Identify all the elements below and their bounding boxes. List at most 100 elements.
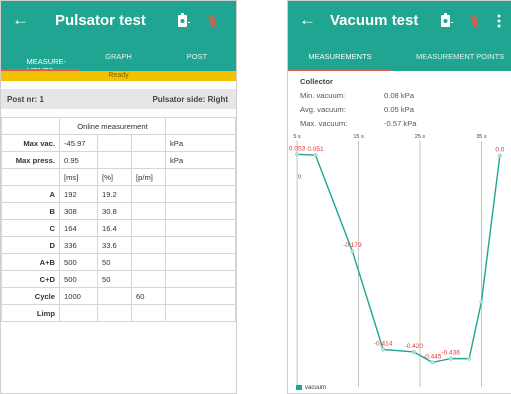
table-cell <box>165 117 236 135</box>
data-label: 0.0 <box>495 147 504 154</box>
more-vert-icon[interactable] <box>496 14 502 28</box>
tab-bar: MEASURE- MENTS GRAPH POST <box>1 43 236 75</box>
row-label: C+D <box>1 270 60 288</box>
max-vacuum-value: -0.57 kPa <box>384 119 417 128</box>
table-cell <box>131 134 166 152</box>
row-pct: 19.2 <box>97 185 132 203</box>
unit-percent: [%] <box>97 168 132 186</box>
table-row: Cycle 1000 60 <box>1 287 236 305</box>
row-ppm <box>131 219 166 237</box>
row-label: C <box>1 219 60 237</box>
page-title: Pulsator test <box>55 12 146 29</box>
data-point <box>497 153 502 158</box>
app-bar: ← Vacuum test <box>288 1 511 43</box>
table-cell <box>165 253 236 271</box>
arrow-back-icon[interactable]: ← <box>299 10 316 30</box>
row-pct: 33.6 <box>97 236 132 254</box>
active-tab-indicator <box>288 69 392 71</box>
data-point <box>411 349 416 354</box>
vacuum-chart: 5 s 15 s 25 s 35 s 0 0.053 0.051 -0.179 -0.414 -0… <box>288 129 511 393</box>
row-pct: 16.4 <box>97 219 132 237</box>
tab-measurements-label: MEASUREMENTS <box>308 52 372 61</box>
data-point <box>295 152 300 157</box>
table-cell <box>131 151 166 169</box>
min-vacuum-row: Min. vacuum: 0.08 kPa <box>300 91 414 100</box>
tab-measurement-points[interactable]: MEASUREMENT POINTS <box>392 43 511 71</box>
data-label: 0.053 <box>289 145 306 152</box>
max-vacuum-label: Max. vacuum: <box>300 119 348 128</box>
avg-vacuum-label: Avg. vacuum: <box>300 105 346 114</box>
collector-title: Collector <box>300 77 333 86</box>
max-vac-label: Max vac. <box>1 134 60 152</box>
chart-legend: vacuum <box>296 385 326 391</box>
row-ms: 1000 <box>59 287 98 305</box>
row-ppm <box>131 253 166 271</box>
tab-measurements[interactable]: MEASURE- MENTS <box>1 43 79 75</box>
x-tick-label: 5 s <box>293 134 301 140</box>
row-pct: 30.8 <box>97 202 132 220</box>
row-ppm <box>131 185 166 203</box>
avg-vacuum-value: 0.05 kPa <box>384 105 414 114</box>
tab-post[interactable]: POST <box>158 43 236 71</box>
row-label: Limp <box>1 304 60 322</box>
row-ms <box>59 304 98 322</box>
post-info-bar: Post nr: 1 Pulsator side: Right <box>1 89 236 109</box>
table-cell <box>1 168 60 186</box>
table-row: A 192 19.2 <box>1 185 236 203</box>
row-ms: 192 <box>59 185 98 203</box>
x-tick-label: 35 s <box>476 134 487 140</box>
x-tick-label: 25 s <box>415 134 426 140</box>
row-ppm <box>131 236 166 254</box>
table-row: Limp <box>1 304 236 322</box>
data-label: -0.436 <box>441 350 460 357</box>
max-vacuum-row: Max. vacuum: -0.57 kPa <box>300 119 417 128</box>
bluetooth-off-icon[interactable] <box>468 13 480 29</box>
max-vac-value: -45.97 <box>59 134 98 152</box>
data-label: 0.051 <box>307 146 324 153</box>
table-cell <box>97 134 132 152</box>
row-ms: 336 <box>59 236 98 254</box>
tab-graph[interactable]: GRAPH <box>79 43 158 71</box>
row-label: Cycle <box>1 287 60 305</box>
table-cell <box>165 168 236 186</box>
tab-measurements[interactable]: MEASUREMENTS <box>288 43 392 71</box>
arrow-back-icon[interactable]: ← <box>12 10 29 30</box>
data-point <box>479 299 484 304</box>
min-vacuum-label: Min. vacuum: <box>300 91 346 100</box>
series-line <box>297 153 501 364</box>
device-battery-icon[interactable] <box>440 13 454 29</box>
row-label: D <box>1 236 60 254</box>
row-ms: 164 <box>59 219 98 237</box>
data-label: -0.420 <box>405 343 424 350</box>
pulsator-side: Pulsator side: Right <box>152 95 228 104</box>
row-pct: 50 <box>97 253 132 271</box>
data-point <box>448 356 453 361</box>
status-bar: Ready <box>1 71 236 81</box>
avg-vacuum-row: Avg. vacuum: 0.05 kPa <box>300 105 414 114</box>
vacuum-test-screen: ← Vacuum test MEASUREMENTS MEASUREMENT P… <box>287 0 511 394</box>
device-battery-icon[interactable] <box>177 13 191 29</box>
table-row: C 164 16.4 <box>1 219 236 237</box>
post-number: Post nr: 1 <box>7 95 44 104</box>
table-row: B 308 30.8 <box>1 202 236 220</box>
data-point <box>381 347 386 352</box>
tab-bar: MEASUREMENTS MEASUREMENT POINTS <box>288 43 511 71</box>
max-vac-unit: kPa <box>165 134 236 152</box>
row-ms: 500 <box>59 253 98 271</box>
table-row: Max press. 0.95 kPa <box>1 151 236 169</box>
row-pct <box>97 304 132 322</box>
measurement-table: Online measurement Max vac. -45.97 kPa M… <box>1 117 236 322</box>
row-label: A+B <box>1 253 60 271</box>
row-label: B <box>1 202 60 220</box>
tab-measurement-points-label: MEASUREMENT POINTS <box>416 52 505 61</box>
data-label: -0.414 <box>374 340 393 347</box>
table-cell <box>165 236 236 254</box>
bluetooth-off-icon[interactable] <box>206 13 218 29</box>
table-row: D 336 33.6 <box>1 236 236 254</box>
data-point <box>313 153 318 158</box>
table-cell <box>165 270 236 288</box>
row-pct <box>97 287 132 305</box>
row-label: A <box>1 185 60 203</box>
row-ppm <box>131 270 166 288</box>
table-row: A+B 500 50 <box>1 253 236 271</box>
